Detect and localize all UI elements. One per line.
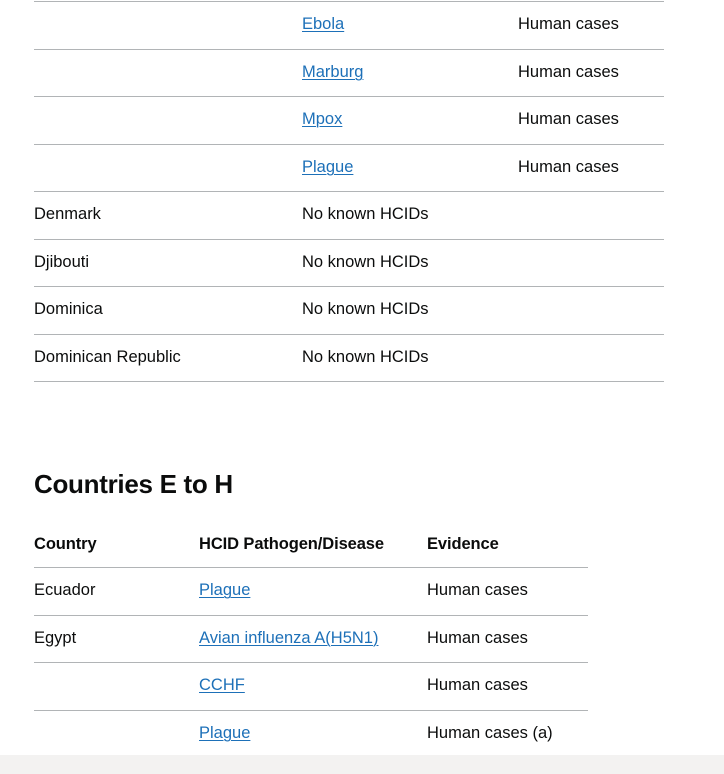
cell-pathogen: No known HCIDs [302, 191, 518, 240]
table-row: Dominica No known HCIDs [34, 286, 664, 335]
evidence-label: Human cases [518, 110, 619, 129]
cell-evidence: Human cases [518, 49, 664, 98]
country-label: Dominican Republic [34, 347, 181, 366]
table-header-e-h: Country HCID Pathogen/Disease Evidence [34, 534, 588, 569]
cell-evidence: Human cases [518, 144, 664, 193]
cell-evidence: Human cases [518, 1, 664, 50]
cell-country [34, 1, 302, 50]
column-header-evidence: Evidence [427, 534, 588, 569]
table-header-row: Country HCID Pathogen/Disease Evidence [34, 534, 588, 569]
evidence-label: Human cases (a) [427, 723, 553, 742]
pathogen-link-plague[interactable]: Plague [199, 724, 250, 742]
cell-country [34, 710, 199, 759]
evidence-label [518, 192, 664, 217]
column-header-pathogen: HCID Pathogen/Disease [199, 534, 427, 569]
evidence-label: Human cases [518, 15, 619, 34]
cell-country: Dominican Republic [34, 334, 302, 382]
table-row: Plague Human cases (a) [34, 710, 588, 759]
countries-a-to-d-table: Democratic Republic of the Congo CCHF Hu… [34, 0, 664, 382]
pathogen-link-mpox[interactable]: Mpox [302, 110, 342, 128]
cell-pathogen: CCHF [199, 662, 427, 711]
country-label [34, 663, 199, 688]
country-label [34, 2, 302, 27]
table-row: Denmark No known HCIDs [34, 191, 664, 240]
cell-country: Dominica [34, 286, 302, 335]
cell-country: Djibouti [34, 239, 302, 288]
no-known-hcids-label: No known HCIDs [302, 300, 429, 319]
cell-evidence [518, 239, 664, 288]
evidence-label: Human cases [427, 581, 528, 600]
page-bottom-band [0, 755, 724, 774]
cell-evidence [518, 191, 664, 240]
cell-evidence: Human cases [427, 567, 588, 616]
cell-country [34, 96, 302, 145]
evidence-label [518, 335, 664, 360]
country-label: Denmark [34, 205, 101, 224]
cell-evidence: Human cases [518, 96, 664, 145]
table-row: CCHF Human cases [34, 662, 588, 711]
cell-pathogen: Avian influenza A(H5N1) [199, 615, 427, 664]
pathogen-link-avian-influenza-a-h5n1[interactable]: Avian influenza A(H5N1) [199, 629, 378, 647]
table-row: Djibouti No known HCIDs [34, 239, 664, 288]
pathogen-link-cchf[interactable]: CCHF [199, 676, 245, 694]
table-body-e-h: Ecuador Plague Human cases Egypt Avian i… [34, 567, 588, 759]
table-body-a-d: Democratic Republic of the Congo CCHF Hu… [34, 0, 664, 382]
table-row: Plague Human cases [34, 144, 664, 193]
cell-evidence [518, 334, 664, 382]
country-label: Egypt [34, 628, 77, 647]
evidence-label: Human cases [427, 676, 528, 695]
table-row: Ecuador Plague Human cases [34, 567, 588, 616]
country-label [34, 145, 302, 170]
evidence-label: Human cases [427, 628, 528, 647]
page-section-heading-e-to-h: Countries E to H [34, 469, 233, 499]
cell-country: Denmark [34, 191, 302, 240]
cell-country [34, 662, 199, 711]
cell-pathogen: Plague [199, 710, 427, 759]
country-label [34, 50, 302, 75]
cell-pathogen: Plague [199, 567, 427, 616]
pathogen-link-ebola[interactable]: Ebola [302, 15, 344, 33]
country-label [34, 97, 302, 122]
countries-e-to-h-table: Country HCID Pathogen/Disease Evidence E… [34, 534, 588, 759]
country-label [34, 711, 199, 736]
table-row: Ebola Human cases [34, 1, 664, 50]
no-known-hcids-label: No known HCIDs [302, 252, 429, 271]
cell-pathogen: Mpox [302, 96, 518, 145]
cell-pathogen: Marburg [302, 49, 518, 98]
table-row: Marburg Human cases [34, 49, 664, 98]
evidence-label: Human cases [518, 62, 619, 81]
cell-country: Egypt [34, 615, 199, 664]
no-known-hcids-label: No known HCIDs [302, 205, 429, 224]
table-row: Dominican Republic No known HCIDs [34, 334, 664, 382]
cell-country [34, 144, 302, 193]
country-label: Djibouti [34, 252, 90, 271]
page-content: Democratic Republic of the Congo CCHF Hu… [0, 0, 724, 774]
cell-evidence: Human cases (a) [427, 710, 588, 759]
cell-country [34, 49, 302, 98]
cell-evidence: Human cases [427, 615, 588, 664]
pathogen-link-plague[interactable]: Plague [302, 158, 353, 176]
cell-evidence: Human cases [427, 662, 588, 711]
evidence-label: Human cases [518, 157, 619, 176]
table-row: Egypt Avian influenza A(H5N1) Human case… [34, 615, 588, 664]
cell-pathogen: No known HCIDs [302, 286, 518, 335]
cell-pathogen: Plague [302, 144, 518, 193]
cell-pathogen: Ebola [302, 1, 518, 50]
country-label: Dominica [34, 300, 103, 319]
evidence-label [518, 287, 664, 312]
pathogen-link-marburg[interactable]: Marburg [302, 63, 363, 81]
pathogen-link-plague[interactable]: Plague [199, 581, 250, 599]
column-header-country: Country [34, 534, 199, 569]
evidence-label [518, 240, 664, 265]
no-known-hcids-label: No known HCIDs [302, 347, 429, 366]
cell-pathogen: No known HCIDs [302, 334, 518, 382]
country-label: Ecuador [34, 581, 96, 600]
cell-country: Ecuador [34, 567, 199, 616]
cell-pathogen: No known HCIDs [302, 239, 518, 288]
cell-evidence [518, 286, 664, 335]
table-row: Mpox Human cases [34, 96, 664, 145]
